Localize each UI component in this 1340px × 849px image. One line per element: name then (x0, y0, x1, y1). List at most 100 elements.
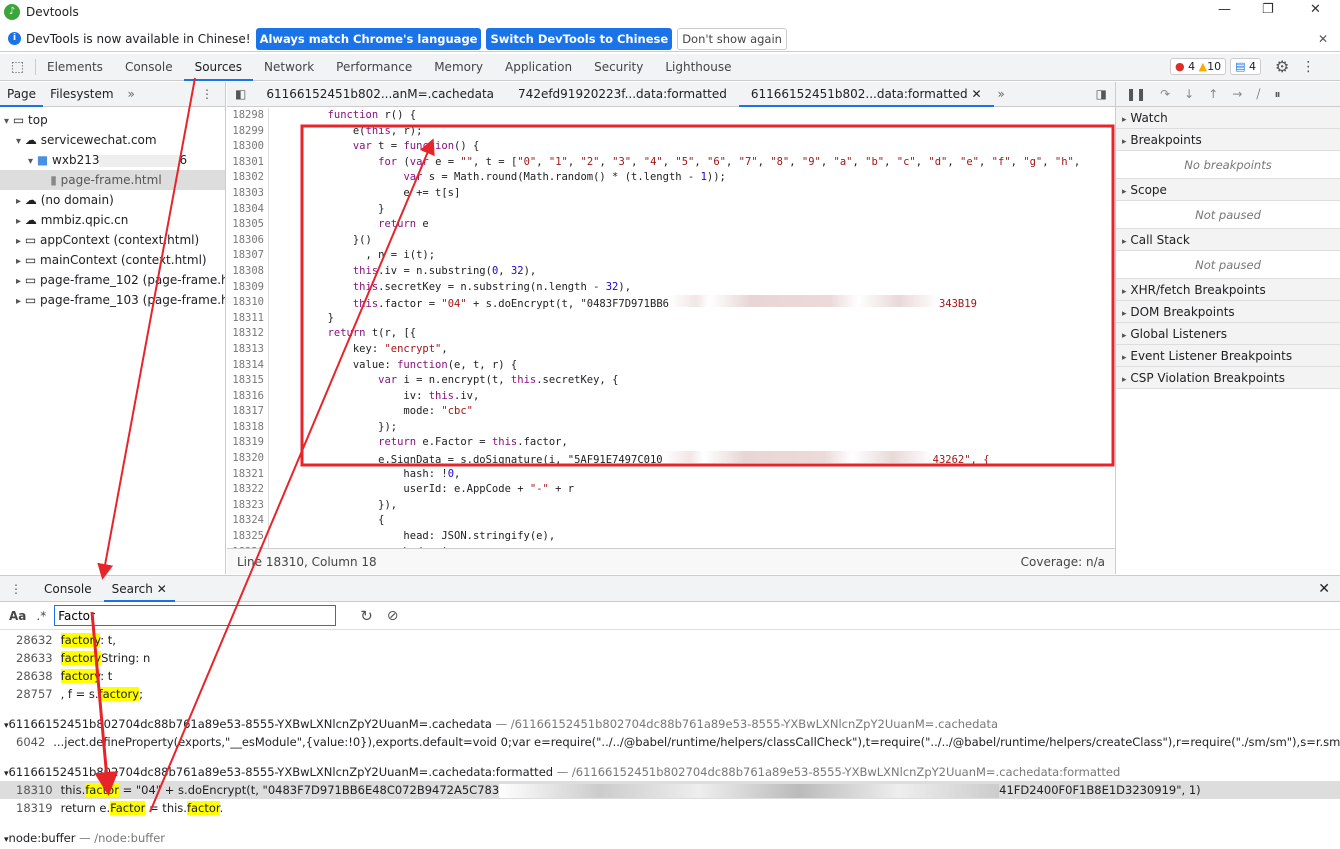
result-group[interactable]: ▾node:buffer — /node:buffer (0, 829, 1340, 847)
line-number: 18298 (227, 108, 269, 124)
tab-elements[interactable]: Elements (36, 54, 114, 81)
search-result[interactable]: 28632 factory: t, (0, 631, 1340, 649)
editor-tab[interactable]: 61166152451b802...data:formatted ✕ (738, 82, 994, 107)
section-xhr-fetch-breakpoints[interactable]: ▸ XHR/fetch Breakpoints (1116, 279, 1340, 301)
step-out-icon[interactable]: ↑ (1208, 87, 1218, 101)
tree-item[interactable]: ▸ ☁ (no domain) (0, 190, 225, 210)
more-tabs-icon[interactable]: » (994, 87, 1009, 101)
warning-count: 10 (1207, 60, 1222, 73)
editor-tab[interactable]: 742efd91920223f...data:formatted (506, 82, 739, 107)
clear-icon[interactable]: ⊘ (387, 608, 399, 624)
step-icon[interactable]: → (1232, 87, 1242, 101)
drawer-menu-icon[interactable]: ⋮ (0, 582, 32, 596)
tree-item[interactable]: ▸ ▭ mainContext (context.html) (0, 250, 225, 270)
match-language-button[interactable]: Always match Chrome's language (255, 27, 482, 50)
more-options-icon[interactable]: ⋮ (1301, 59, 1315, 75)
result-group[interactable]: ▾61166152451b802704dc88b761a89e53-8555-Y… (0, 763, 1340, 781)
tab-page[interactable]: Page (0, 82, 44, 107)
toggle-debugger-icon[interactable]: ◨ (1096, 87, 1115, 101)
section-label: Breakpoints (1130, 133, 1202, 147)
section-scope[interactable]: ▸ Scope (1116, 179, 1340, 201)
step-into-icon[interactable]: ↓ (1184, 87, 1194, 101)
tab-sources[interactable]: Sources (183, 54, 254, 81)
close-drawer-icon[interactable]: ✕ (1318, 581, 1340, 597)
search-result[interactable]: 28757 , f = s.factory; (0, 685, 1340, 703)
match-case-toggle[interactable]: Aa (9, 609, 26, 623)
maximize-button[interactable]: ❐ (1262, 2, 1274, 17)
expand-arrow-icon[interactable]: ▸ (16, 236, 21, 247)
messages-badge[interactable]: ▤ 4 (1230, 58, 1261, 75)
section-global-listeners[interactable]: ▸ Global Listeners (1116, 323, 1340, 345)
regex-toggle[interactable]: .* (36, 609, 46, 623)
tab-lighthouse[interactable]: Lighthouse (654, 54, 742, 81)
expand-arrow-icon[interactable] (40, 176, 46, 187)
code-line: 18304 } (227, 201, 1115, 218)
switch-chinese-button[interactable]: Switch DevTools to Chinese (486, 27, 673, 50)
toggle-navigator-icon[interactable]: ◧ (227, 87, 254, 101)
tree-item[interactable]: ▸ ▭ page-frame_102 (page-frame.html) (0, 270, 225, 290)
dont-show-again-button[interactable]: Don't show again (677, 27, 787, 50)
close-window-button[interactable]: ✕ (1310, 2, 1321, 17)
close-tab-icon[interactable]: ✕ (971, 87, 981, 101)
drawer-tab-console[interactable]: Console (32, 582, 104, 596)
tree-item[interactable]: ▮ page-frame.html (0, 170, 225, 190)
pause-icon[interactable]: ❚❚ (1126, 87, 1146, 101)
code-line: 18317 mode: "cbc" (227, 404, 1115, 420)
coverage-status: Coverage: n/a (1020, 554, 1105, 569)
pause-on-exceptions-icon[interactable]: ⏸ (1274, 87, 1280, 102)
search-result[interactable]: 6042 ...ject.defineProperty(exports,"__es… (0, 733, 1340, 751)
section-label: DOM Breakpoints (1130, 305, 1235, 319)
search-result[interactable]: 28638 factory: t (0, 667, 1340, 685)
tree-item-suffix: 6 (179, 153, 188, 167)
tree-item[interactable]: ▾ ■ wxb213 6 (0, 150, 225, 170)
section-breakpoints[interactable]: ▸ Breakpoints (1116, 129, 1340, 151)
tree-item[interactable]: ▾ ▭ top (0, 110, 225, 130)
expand-arrow-icon[interactable]: ▸ (16, 296, 21, 307)
expand-arrow-icon[interactable]: ▸ (16, 276, 21, 287)
more-tabs-icon[interactable]: » (121, 87, 142, 101)
tree-item[interactable]: ▸ ▭ appContext (context.html) (0, 230, 225, 250)
tree-item[interactable]: ▸ ☁ mmbiz.qpic.cn (0, 210, 225, 230)
deactivate-breakpoints-icon[interactable]: ⧸ (1256, 87, 1260, 102)
editor-tab[interactable]: 61166152451b802...anM=.cachedata (254, 82, 506, 107)
refresh-icon[interactable]: ↻ (360, 607, 373, 625)
search-result[interactable]: 18319 return e.Factor = this.factor. (0, 799, 1340, 817)
section-dom-breakpoints[interactable]: ▸ DOM Breakpoints (1116, 301, 1340, 323)
section-call-stack[interactable]: ▸ Call Stack (1116, 229, 1340, 251)
tree-item[interactable]: ▾ ☁ servicewechat.com (0, 130, 225, 150)
close-infobar-button[interactable]: ✕ (1318, 32, 1328, 46)
tab-application[interactable]: Application (494, 54, 583, 81)
drawer-tab-search[interactable]: Search ✕ (103, 576, 175, 602)
expand-arrow-icon[interactable]: ▸ (16, 216, 21, 227)
line-number: 18301 (227, 154, 269, 171)
search-result[interactable]: 28633 factoryString: n (0, 649, 1340, 667)
tab-network[interactable]: Network (253, 54, 325, 81)
settings-gear-icon[interactable]: ⚙ (1275, 57, 1289, 76)
tab-performance[interactable]: Performance (325, 54, 423, 81)
tab-security[interactable]: Security (583, 54, 654, 81)
issues-badge[interactable]: ● 4 ▲10 (1170, 58, 1227, 75)
step-over-icon[interactable]: ↷ (1160, 87, 1170, 101)
section-watch[interactable]: ▸ Watch (1116, 107, 1340, 129)
tab-filesystem[interactable]: Filesystem (43, 87, 120, 101)
section-csp-violation-breakpoints[interactable]: ▸ CSP Violation Breakpoints (1116, 367, 1340, 389)
result-group[interactable]: ▾61166152451b802704dc88b761a89e53-8555-Y… (0, 715, 1340, 733)
expand-arrow-icon[interactable]: ▾ (4, 116, 9, 127)
code-text: } (277, 202, 385, 215)
minimize-button[interactable]: — (1218, 2, 1231, 17)
section-event-listener-breakpoints[interactable]: ▸ Event Listener Breakpoints (1116, 345, 1340, 367)
tree-item[interactable]: ▸ ▭ page-frame_103 (page-frame.html) (0, 290, 225, 310)
expand-arrow-icon[interactable]: ▾ (16, 136, 21, 147)
search-result[interactable]: 18310 this.factor = "04" + s.doEncrypt(t,… (0, 781, 1340, 799)
close-search-tab-icon[interactable]: ✕ (157, 582, 167, 596)
tab-memory[interactable]: Memory (423, 54, 494, 81)
navigator-menu-icon[interactable]: ⋮ (201, 87, 225, 101)
expand-arrow-icon[interactable]: ▸ (16, 196, 21, 207)
code-view[interactable]: 18298 function r() {18299 e(this, r); 183… (227, 108, 1115, 548)
error-icon: ● (1175, 60, 1185, 73)
search-input[interactable] (54, 605, 337, 626)
expand-arrow-icon[interactable]: ▾ (28, 156, 33, 167)
expand-arrow-icon[interactable]: ▸ (16, 256, 21, 267)
tab-console[interactable]: Console (114, 54, 184, 81)
inspect-element-icon[interactable]: ⬚ (0, 59, 36, 75)
